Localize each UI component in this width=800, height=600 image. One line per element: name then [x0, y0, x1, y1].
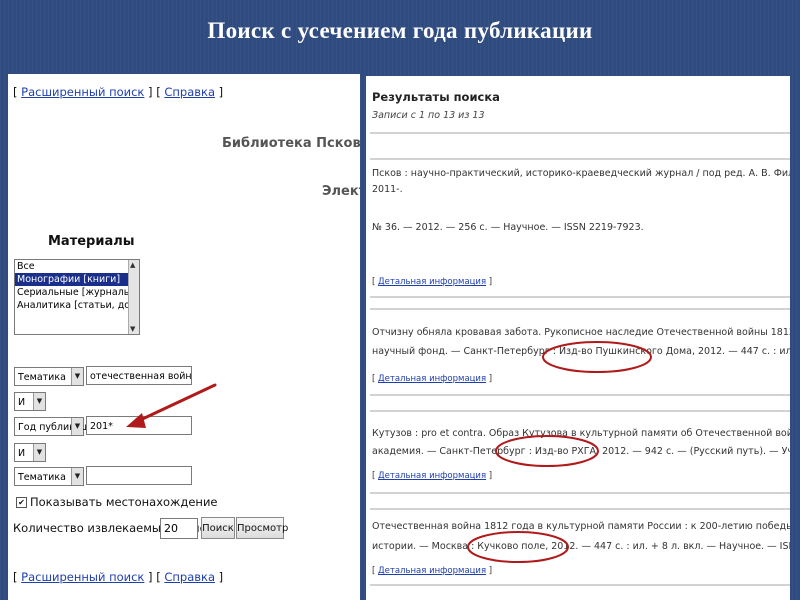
search-button[interactable]: Поиск — [201, 517, 235, 539]
chevron-down-icon: ▼ — [33, 393, 45, 410]
material-option[interactable]: Сериальные [журналы, газеты] — [15, 286, 129, 299]
slide-title: Поиск с усечением года публикации — [207, 18, 593, 43]
operator-select-1[interactable]: И ▼ — [14, 392, 46, 411]
detail-link-row: [ Детальная информация ] — [372, 471, 493, 481]
material-option[interactable]: Все — [15, 260, 129, 273]
detail-link-row: [ Детальная информация ] — [372, 566, 493, 576]
view-button[interactable]: Просмотр — [236, 517, 288, 539]
library-title: Библиотека Псковского г — [222, 136, 360, 151]
help-link[interactable]: Справка — [164, 570, 215, 584]
result-line: № 36. — 2012. — 256 с. — Научное. — ISSN… — [372, 222, 644, 233]
divider — [370, 584, 790, 586]
top-links: [ Расширенный поиск ] [ Справка ] — [13, 85, 224, 99]
divider — [370, 410, 790, 412]
results-panel: Результаты поиска Записи с 1 по 13 из 13… — [366, 76, 790, 600]
help-link[interactable]: Справка — [164, 85, 215, 99]
show-location-label: Показывать местонахождение — [30, 495, 218, 509]
material-option[interactable]: Аналитика [статьи, доклады] — [15, 299, 129, 312]
result-line: Отчизну обняла кровавая забота. Рукописн… — [372, 327, 790, 338]
library-subtitle: Электр — [322, 184, 360, 199]
field-select-3[interactable]: Тематика ▼ — [14, 467, 84, 486]
detail-info-link[interactable]: Детальная информация — [378, 471, 486, 481]
chevron-down-icon: ▼ — [71, 418, 83, 435]
search-term-input-1[interactable]: отечественная война 1812 — [86, 366, 192, 385]
result-line: академия. — Санкт-Петербург : Изд-во РХГ… — [372, 446, 790, 457]
divider — [370, 492, 790, 494]
result-line: научный фонд. — Санкт-Петербург : Изд-во… — [372, 346, 790, 357]
field-select-2[interactable]: Год публикации ▼ — [14, 417, 100, 436]
result-line: 2011-. — [372, 184, 403, 195]
divider — [370, 508, 790, 510]
detail-info-link[interactable]: Детальная информация — [378, 277, 486, 287]
scroll-up-icon[interactable]: ▲ — [130, 261, 135, 269]
scroll-down-icon[interactable]: ▼ — [130, 325, 135, 333]
advanced-search-link[interactable]: Расширенный поиск — [21, 570, 144, 584]
search-term-input-2[interactable]: 201* — [86, 416, 192, 435]
checkbox-checked-icon[interactable]: ✔ — [16, 497, 27, 508]
divider — [370, 132, 790, 134]
divider — [370, 394, 790, 396]
results-title: Результаты поиска — [372, 90, 500, 104]
field-select-1[interactable]: Тематика ▼ — [14, 367, 84, 386]
materials-label: Материалы — [48, 234, 135, 249]
chevron-down-icon: ▼ — [71, 368, 83, 385]
operator-select-2[interactable]: И ▼ — [14, 443, 46, 462]
result-line: истории. — Москва : Кучково поле, 2012. … — [372, 541, 790, 552]
detail-info-link[interactable]: Детальная информация — [378, 374, 486, 384]
bottom-links: [ Расширенный поиск ] [ Справка ] — [13, 570, 224, 584]
divider — [370, 296, 790, 298]
result-line: Псков : научно-практический, историко-кр… — [372, 168, 790, 179]
material-option-selected[interactable]: Монографии [книги] — [15, 273, 129, 286]
materials-listbox[interactable]: Все Монографии [книги] Сериальные [журна… — [14, 259, 140, 335]
chevron-down-icon: ▼ — [33, 444, 45, 461]
divider — [370, 308, 790, 310]
detail-link-row: [ Детальная информация ] — [372, 374, 493, 384]
listbox-scrollbar[interactable]: ▲ ▼ — [128, 260, 139, 334]
result-line: Кутузов : pro et contra. Образ Кутузова … — [372, 428, 790, 439]
advanced-search-link[interactable]: Расширенный поиск — [21, 85, 144, 99]
divider — [370, 158, 790, 160]
chevron-down-icon: ▼ — [71, 468, 83, 485]
records-count-input[interactable]: 20 — [160, 518, 198, 539]
show-location-row[interactable]: ✔ Показывать местонахождение — [16, 495, 218, 509]
result-line: Отечественная война 1812 года в культурн… — [372, 521, 790, 532]
detail-info-link[interactable]: Детальная информация — [378, 566, 486, 576]
search-term-input-3[interactable] — [86, 466, 192, 485]
results-count: Записи с 1 по 13 из 13 — [372, 110, 485, 121]
search-form-panel: [ Расширенный поиск ] [ Справка ] Библио… — [8, 74, 360, 600]
detail-link-row: [ Детальная информация ] — [372, 277, 493, 287]
